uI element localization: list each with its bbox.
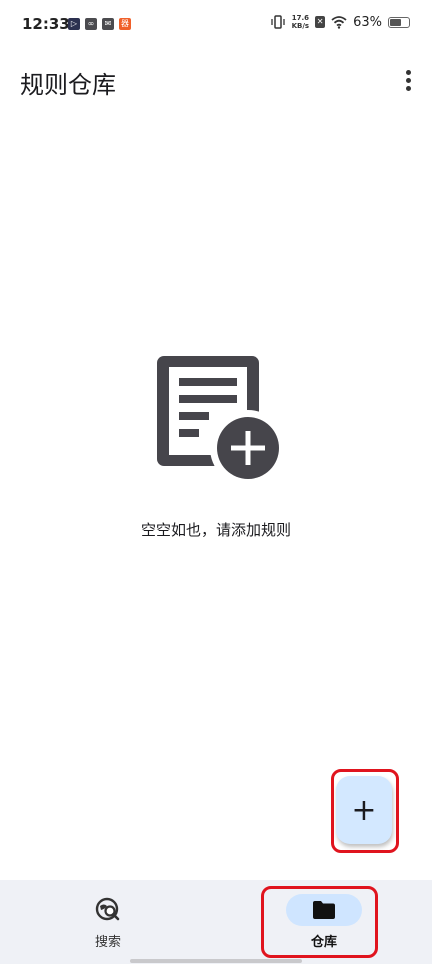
battery-percent: 63% xyxy=(353,14,382,30)
empty-message: 空空如也，请添加规则 xyxy=(140,521,291,539)
status-time: 12:33 xyxy=(22,15,70,33)
net-speed-unit: KB/s xyxy=(291,22,310,30)
more-options-button[interactable] xyxy=(396,64,420,96)
net-speed-value: 17.6 xyxy=(291,14,309,22)
wifi-icon xyxy=(331,16,347,29)
nav-label-search: 搜索 xyxy=(94,935,121,950)
playlist-add-icon xyxy=(156,356,284,485)
screen: 12:33 ▷ ∞ ✉ 器 17.6 KB/s ✕ 63% 规则仓库 空空如也，… xyxy=(0,0,432,964)
nav-item-search[interactable]: 搜索 xyxy=(0,880,216,964)
gesture-bar[interactable] xyxy=(130,959,302,963)
app-badge-icon: 器 xyxy=(119,18,131,30)
status-bar: 12:33 ▷ ∞ ✉ 器 17.6 KB/s ✕ 63% xyxy=(0,0,432,50)
net-speed: 17.6 KB/s xyxy=(292,14,309,30)
mail-icon: ✉ xyxy=(102,18,114,30)
nav-highlight-box xyxy=(261,886,378,958)
search-web-icon xyxy=(95,897,120,921)
notification-icons: ▷ ∞ ✉ 器 xyxy=(68,18,131,30)
battery-icon xyxy=(388,16,410,28)
play-store-icon: ▷ xyxy=(68,18,80,30)
status-indicators: 17.6 KB/s ✕ 63% xyxy=(270,14,410,30)
add-rule-fab[interactable]: + xyxy=(336,776,392,844)
nav-icon-container xyxy=(70,894,146,926)
page-title: 规则仓库 xyxy=(20,71,116,99)
more-vert-icon xyxy=(405,69,411,75)
no-sim-icon: ✕ xyxy=(315,16,326,28)
bird-icon: ∞ xyxy=(85,18,97,30)
plus-icon: + xyxy=(351,792,377,828)
vibrate-icon xyxy=(270,15,285,29)
top-app-bar: 规则仓库 xyxy=(0,50,432,112)
empty-state: 空空如也，请添加规则 xyxy=(0,350,432,540)
